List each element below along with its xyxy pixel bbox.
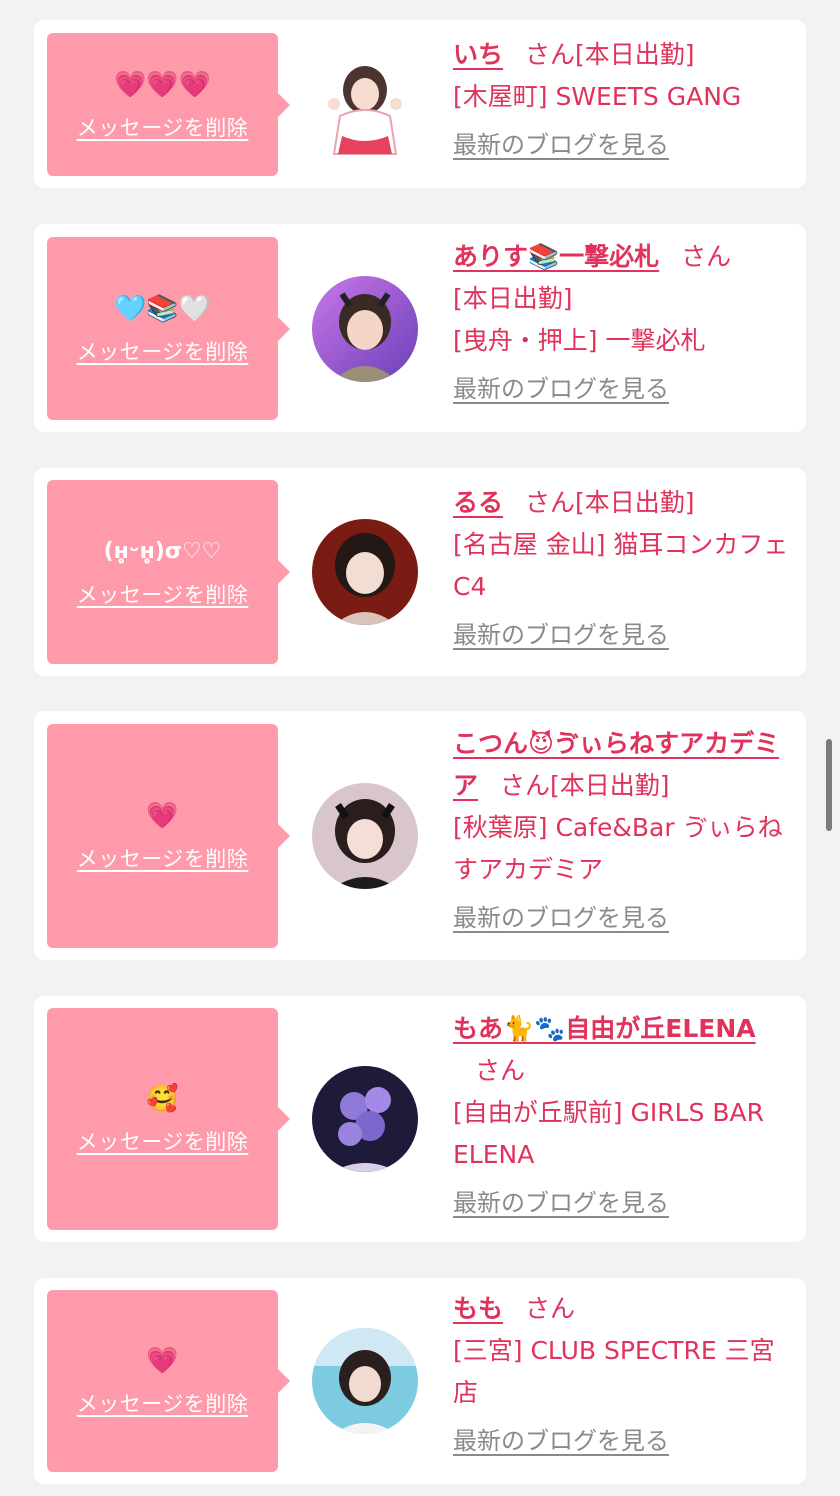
cast-photo-icon[interactable] [312, 1328, 418, 1434]
cast-photo-icon[interactable] [312, 783, 418, 889]
cast-name-line: いち さん[本日出勤] [453, 34, 798, 76]
latest-blog-link[interactable]: 最新のブログを見る [453, 1424, 669, 1458]
cast-info: るる さん[本日出勤] [名古屋 金山] 猫耳コンカフェ C4 最新のブログを見る [453, 482, 798, 652]
cast-info: もあ🐈🐾自由が丘ELENA さん [自由が丘駅前] GIRLS BAR ELENA… [453, 1008, 798, 1220]
shop-label: [三宮] CLUB SPECTRE 三宮店 [453, 1336, 775, 1407]
latest-blog-link[interactable]: 最新のブログを見る [453, 618, 669, 652]
honorific: さん [475, 1056, 526, 1085]
message-text: 💗 [146, 1346, 179, 1376]
message-bubble: 💗💗💗 メッセージを削除 [47, 33, 290, 176]
shop-label: [自由が丘駅前] GIRLS BAR ELENA [453, 1098, 764, 1169]
delete-message-link[interactable]: メッセージを削除 [77, 579, 249, 609]
cast-photo-icon[interactable] [312, 54, 418, 160]
cast-name-link[interactable]: いち [453, 40, 503, 69]
message-card: 💗💗💗 メッセージを削除 いち さん[本日出勤] [木屋町] SWEETS GAN… [34, 20, 806, 188]
cast-name-line: るる さん[本日出勤] [453, 482, 798, 524]
shop-label: [秋葉原] Cafe&Bar ゔぃらねすアカデミア [453, 813, 783, 884]
delete-message-link[interactable]: メッセージを削除 [77, 112, 249, 142]
delete-message-link[interactable]: メッセージを削除 [77, 1388, 249, 1418]
latest-blog-link[interactable]: 最新のブログを見る [453, 901, 669, 935]
honorific: さん [525, 1294, 576, 1323]
cast-info: もも さん [三宮] CLUB SPECTRE 三宮店 最新のブログを見る [453, 1288, 798, 1458]
latest-blog-link[interactable]: 最新のブログを見る [453, 372, 669, 406]
cast-name-line: こつん😈ゔぃらねすアカデミア さん[本日出勤] [453, 723, 798, 807]
message-card: 🩵📚🤍 メッセージを削除 ありす📚一撃必札 さん [本日出勤] [曳舟・押上] 一… [34, 224, 806, 432]
status-label: [本日出勤] [575, 488, 695, 517]
cast-info: こつん😈ゔぃらねすアカデミア さん[本日出勤] [秋葉原] Cafe&Bar ゔぃ… [453, 723, 798, 935]
honorific: さん [681, 242, 732, 271]
message-bubble: (ʜ̥̥̥̥̥̥̥ᵕʜ̥̥̥̥̥̥̥)σ♡♡ メッセージを削除 [47, 480, 290, 664]
cast-photo-icon[interactable] [312, 519, 418, 625]
cast-name-link[interactable]: もも [453, 1294, 503, 1323]
message-card: 💗 メッセージを削除 こつん😈ゔぃらねすアカデミア さん[本日出勤] [秋葉原] … [34, 711, 806, 960]
honorific: さん [500, 771, 551, 800]
latest-blog-link[interactable]: 最新のブログを見る [453, 128, 669, 162]
message-text: 🥰 [146, 1084, 179, 1114]
shop-label: [曳舟・押上] 一撃必札 [453, 326, 706, 355]
scrollbar[interactable] [826, 739, 832, 831]
status-label: [本日出勤] [453, 284, 573, 313]
cast-name-line: もも さん [453, 1288, 798, 1330]
latest-blog-link[interactable]: 最新のブログを見る [453, 1186, 669, 1220]
message-bubble: 💗 メッセージを削除 [47, 1290, 290, 1472]
message-text: 💗💗💗 [113, 69, 212, 100]
cast-info: ありす📚一撃必札 さん [本日出勤] [曳舟・押上] 一撃必札 最新のブログを見る [453, 236, 798, 406]
delete-message-link[interactable]: メッセージを削除 [77, 843, 249, 873]
message-card: 🥰 メッセージを削除 もあ🐈🐾自由が丘ELENA さん [自由が丘駅前] GIRL… [34, 996, 806, 1242]
cast-photo-icon[interactable] [312, 276, 418, 382]
message-text: (ʜ̥̥̥̥̥̥̥ᵕʜ̥̥̥̥̥̥̥)σ♡♡ [103, 539, 222, 564]
delete-message-link[interactable]: メッセージを削除 [77, 336, 249, 366]
honorific: さん [525, 488, 576, 517]
delete-message-link[interactable]: メッセージを削除 [77, 1126, 249, 1156]
message-bubble: 🩵📚🤍 メッセージを削除 [47, 237, 290, 420]
cast-name-line: もあ🐈🐾自由が丘ELENA さん [453, 1008, 798, 1092]
message-bubble: 🥰 メッセージを削除 [47, 1008, 290, 1230]
cast-name-link[interactable]: るる [453, 488, 503, 517]
cast-info: いち さん[本日出勤] [木屋町] SWEETS GANG 最新のブログを見る [453, 34, 798, 162]
message-text: 🩵📚🤍 [113, 293, 212, 324]
cast-name-link[interactable]: もあ🐈🐾自由が丘ELENA [453, 1014, 756, 1043]
shop-label: [木屋町] SWEETS GANG [453, 82, 742, 111]
message-text: 💗 [146, 801, 179, 831]
honorific: さん [525, 40, 576, 69]
cast-photo-icon[interactable] [312, 1066, 418, 1172]
cast-name-link[interactable]: ありす📚一撃必札 [453, 242, 659, 271]
status-label: [本日出勤] [550, 771, 670, 800]
status-label: [本日出勤] [575, 40, 695, 69]
shop-label: [名古屋 金山] 猫耳コンカフェ C4 [453, 530, 789, 601]
message-card: (ʜ̥̥̥̥̥̥̥ᵕʜ̥̥̥̥̥̥̥)σ♡♡ メッセージを削除 るる さん[本日出… [34, 468, 806, 676]
message-card: 💗 メッセージを削除 もも さん [三宮] CLUB SPECTRE 三宮店 最新… [34, 1278, 806, 1484]
message-bubble: 💗 メッセージを削除 [47, 724, 290, 948]
cast-name-line: ありす📚一撃必札 さん [453, 236, 798, 278]
